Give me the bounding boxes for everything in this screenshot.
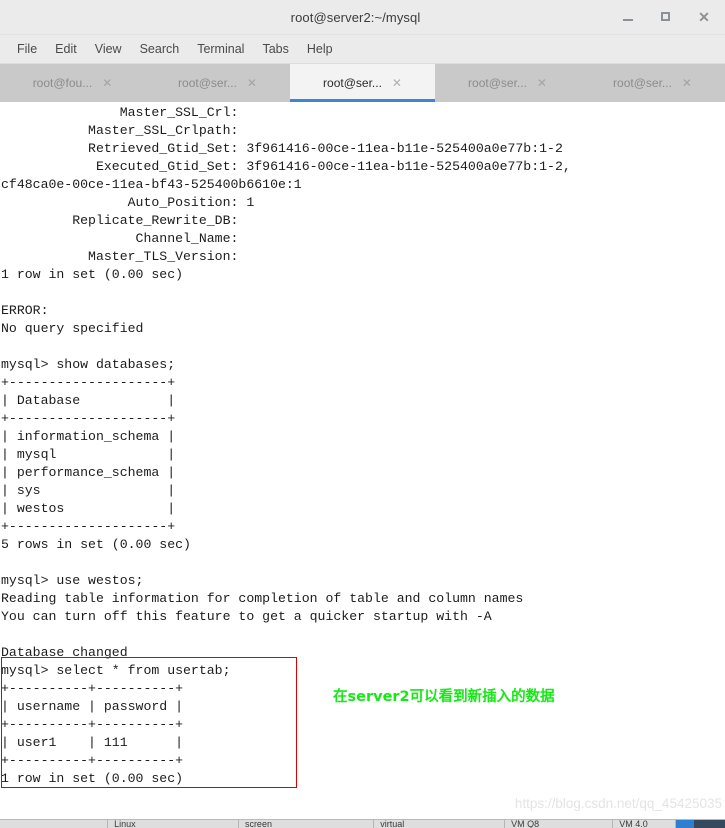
terminal-line: Retrieved_Gtid_Set: 3f961416-00ce-11ea-b… <box>1 141 563 156</box>
terminal-line: Auto_Position: 1 <box>1 195 255 210</box>
taskbar-item-1[interactable]: Linux <box>108 820 239 828</box>
terminal-line: Master_SSL_Crl: <box>1 105 247 120</box>
tab-label: root@ser... <box>613 76 672 90</box>
menu-item-search[interactable]: Search <box>131 40 189 58</box>
taskbar-item-4[interactable]: VM Q8 <box>505 820 614 828</box>
window-title: root@server2:~/mysql <box>290 9 421 25</box>
tab-label: root@fou... <box>32 76 93 90</box>
window-controls: ✕ <box>621 10 725 24</box>
terminal-line: +--------------------+ <box>1 411 176 426</box>
tab-close-icon[interactable]: ✕ <box>682 77 692 89</box>
menu-item-terminal[interactable]: Terminal <box>188 40 253 58</box>
taskbar-item-3[interactable]: virtual <box>374 820 506 828</box>
terminal-line: Reading table information for completion… <box>1 591 524 606</box>
terminal-line: mysql> select * from usertab; <box>1 663 231 678</box>
terminal-line: Replicate_Rewrite_DB: <box>1 213 247 228</box>
desktop-taskbar[interactable]: Linux screen virtual VM Q8 VM 4.0 <box>0 819 725 828</box>
watermark-url: https://blog.csdn.net/qq_45425035 <box>514 796 722 811</box>
terminal-line: mysql> show databases; <box>1 357 176 372</box>
close-icon[interactable]: ✕ <box>697 10 711 24</box>
taskbar-item-5[interactable]: VM 4.0 <box>613 820 677 828</box>
tab-label: root@ser... <box>468 76 527 90</box>
tab-3[interactable]: root@ser... ✕ <box>435 64 580 102</box>
tab-close-icon[interactable]: ✕ <box>247 77 257 89</box>
taskbar-tray[interactable] <box>694 820 725 828</box>
tab-2-active[interactable]: root@ser... ✕ <box>290 64 435 102</box>
menu-item-edit[interactable]: Edit <box>46 40 86 58</box>
menu-bar: File Edit View Search Terminal Tabs Help <box>0 35 725 64</box>
terminal-line: +----------+----------+ <box>1 753 184 768</box>
terminal-line: | mysql | <box>1 447 176 462</box>
terminal-line: mysql> use westos; <box>1 573 144 588</box>
tab-4[interactable]: root@ser... ✕ <box>580 64 725 102</box>
terminal-line: | Database | <box>1 393 176 408</box>
terminal-line: | westos | <box>1 501 176 516</box>
terminal-line: 1 row in set (0.00 sec) <box>1 267 184 282</box>
terminal-line: | performance_schema | <box>1 465 176 480</box>
menu-item-tabs[interactable]: Tabs <box>253 40 297 58</box>
terminal-line: ERROR: <box>1 303 57 318</box>
terminal-line: No query specified <box>1 321 144 336</box>
terminal-screen[interactable]: Master_SSL_Crl: Master_SSL_Crlpath: Retr… <box>0 102 725 824</box>
tab-bar: root@fou... ✕ root@ser... ✕ root@ser... … <box>0 64 725 102</box>
tab-close-icon[interactable]: ✕ <box>102 77 112 89</box>
terminal-line: Executed_Gtid_Set: 3f961416-00ce-11ea-b1… <box>1 159 571 174</box>
terminal-line: cf48ca0e-00ce-11ea-bf43-525400b6610e:1 <box>1 177 302 192</box>
terminal-line: Database changed <box>1 645 128 660</box>
menu-item-view[interactable]: View <box>86 40 131 58</box>
terminal-line: +----------+----------+ <box>1 717 184 732</box>
terminal-line: | user1 | 111 | <box>1 735 184 750</box>
annotation-note: 在server2可以看到新插入的数据 <box>333 689 555 705</box>
taskbar-item-0[interactable] <box>0 820 109 828</box>
terminal-line: | sys | <box>1 483 176 498</box>
terminal-line: Channel_Name: <box>1 231 247 246</box>
terminal-line: 5 rows in set (0.00 sec) <box>1 537 191 552</box>
maximize-icon[interactable] <box>659 10 673 24</box>
tab-0[interactable]: root@fou... ✕ <box>0 64 145 102</box>
taskbar-item-2[interactable]: screen <box>239 820 375 828</box>
tab-1[interactable]: root@ser... ✕ <box>145 64 290 102</box>
terminal-line: You can turn off this feature to get a q… <box>1 609 492 624</box>
terminal-line: Master_TLS_Version: <box>1 249 247 264</box>
menu-item-file[interactable]: File <box>8 40 46 58</box>
terminal-line: +--------------------+ <box>1 519 176 534</box>
minimize-icon[interactable] <box>621 10 635 24</box>
window-titlebar: root@server2:~/mysql ✕ <box>0 0 725 35</box>
terminal-line: +--------------------+ <box>1 375 176 390</box>
tab-label: root@ser... <box>178 76 237 90</box>
terminal-line: Master_SSL_Crlpath: <box>1 123 247 138</box>
tab-close-icon[interactable]: ✕ <box>537 77 547 89</box>
taskbar-indicator[interactable] <box>676 820 695 828</box>
tab-label: root@ser... <box>323 76 382 90</box>
terminal-line: | information_schema | <box>1 429 176 444</box>
menu-item-help[interactable]: Help <box>298 40 342 58</box>
tab-close-icon[interactable]: ✕ <box>392 77 402 89</box>
terminal-line: 1 row in set (0.00 sec) <box>1 771 184 786</box>
